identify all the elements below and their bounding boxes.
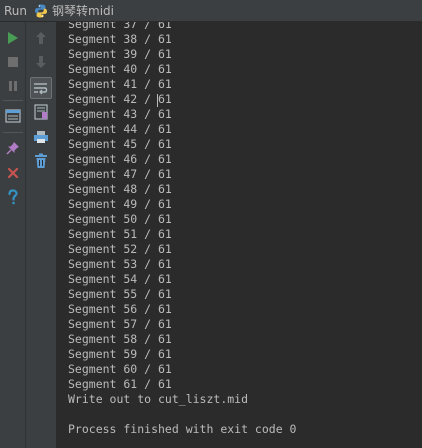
console-line: Segment 51 / 61 xyxy=(68,227,172,241)
console-output[interactable]: Segment 37 / 61 Segment 38 / 61 Segment 39… xyxy=(57,22,422,448)
run-actions-toolbar xyxy=(0,22,26,448)
text-caret xyxy=(157,94,158,107)
console-line: Segment 58 / 61 xyxy=(68,332,172,346)
pause-icon[interactable] xyxy=(3,76,23,96)
console-line: Segment 40 / 61 xyxy=(68,62,172,76)
run-tool-window-header: Run 钢琴转midi xyxy=(0,0,422,22)
console-line: Segment 49 / 61 xyxy=(68,197,172,211)
console-line: Segment 59 / 61 xyxy=(68,347,172,361)
help-icon[interactable] xyxy=(3,187,23,207)
stop-icon[interactable] xyxy=(3,52,23,72)
console-line: Segment 57 / 61 xyxy=(68,317,172,331)
console-line: Segment 41 / 61 xyxy=(68,77,172,91)
print-icon[interactable] xyxy=(31,127,51,147)
console-line: Segment 38 / 61 xyxy=(68,32,172,46)
console-line: Segment 39 / 61 xyxy=(68,47,172,61)
layout-icon[interactable] xyxy=(3,106,23,126)
down-arrow-icon[interactable] xyxy=(31,52,51,72)
console-line: Segment 54 / 61 xyxy=(68,272,172,286)
console-line: Segment 37 / 61 xyxy=(68,22,172,31)
console-line: Segment 42 / 61 xyxy=(68,92,172,106)
console-line: Segment 43 / 61 xyxy=(68,107,172,121)
console-line: Segment 52 / 61 xyxy=(68,242,172,256)
console-line: Segment 46 / 61 xyxy=(68,152,172,166)
toolbar-divider xyxy=(3,100,23,101)
console-line: Process finished with exit code 0 xyxy=(68,422,297,436)
scroll-to-end-icon[interactable] xyxy=(31,102,51,122)
run-tab-label[interactable]: Run xyxy=(4,4,27,18)
up-arrow-icon[interactable] xyxy=(31,28,51,48)
console-actions-toolbar xyxy=(26,22,57,448)
console-line: Segment 53 / 61 xyxy=(68,257,172,271)
console-line: Segment 56 / 61 xyxy=(68,302,172,316)
toolbar-divider xyxy=(3,132,23,133)
console-line: Segment 61 / 61 xyxy=(68,377,172,391)
console-line: Segment 60 / 61 xyxy=(68,362,172,376)
python-icon xyxy=(33,3,49,19)
console-line: Segment 47 / 61 xyxy=(68,167,172,181)
close-icon[interactable] xyxy=(3,163,23,183)
trash-icon[interactable] xyxy=(31,151,51,171)
console-line: Segment 44 / 61 xyxy=(68,122,172,136)
run-icon[interactable] xyxy=(3,28,23,48)
console-line: Segment 50 / 61 xyxy=(68,212,172,226)
run-configuration-name[interactable]: 钢琴转midi xyxy=(52,2,114,19)
console-line: Segment 45 / 61 xyxy=(68,137,172,151)
console-line: Write out to cut_liszt.mid xyxy=(68,392,249,406)
soft-wrap-icon[interactable] xyxy=(30,77,52,99)
console-line: Segment 55 / 61 xyxy=(68,287,172,301)
pin-icon[interactable] xyxy=(3,138,23,158)
console-line: Segment 48 / 61 xyxy=(68,182,172,196)
console-lines: Segment 37 / 61 Segment 38 / 61 Segment 39… xyxy=(68,22,296,437)
